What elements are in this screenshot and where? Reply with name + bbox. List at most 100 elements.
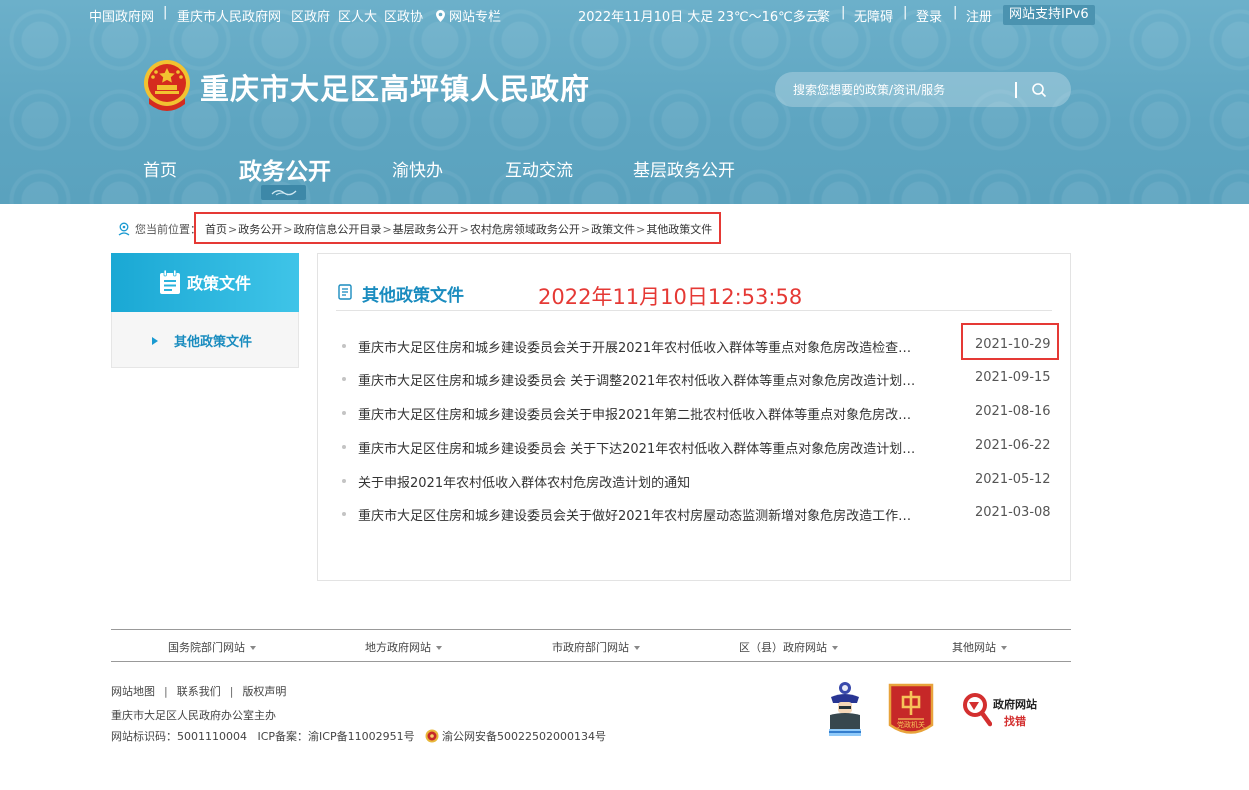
bullet-icon — [342, 512, 346, 516]
list-item-date: 2021-03-08 — [975, 505, 1051, 520]
icp-record-link[interactable]: ICP备案：渝ICP备11002951号 — [258, 730, 415, 743]
topbar-separator: | — [953, 5, 958, 20]
breadcrumb-item-disclosure-catalog[interactable]: 政府信息公开目录 — [293, 223, 381, 236]
sidebar-menu: 其他政策文件 — [111, 312, 299, 368]
topbar-separator: | — [903, 5, 908, 20]
ipv6-badge: 网站支持IPv6 — [1003, 5, 1095, 25]
dropdown-label: 地方政府网站 — [365, 641, 431, 654]
footer-separator: | — [229, 685, 234, 698]
dropdown-label: 其他网站 — [952, 641, 996, 654]
breadcrumb: 首页>政务公开>政府信息公开目录>基层政务公开>农村危房领域政务公开>政策文件>… — [205, 221, 712, 237]
breadcrumb-item-other-policy-documents[interactable]: 其他政策文件 — [646, 223, 712, 236]
dropdown-label: 区（县）政府网站 — [739, 641, 827, 654]
triangle-right-icon — [152, 337, 158, 345]
list-item-date: 2021-05-12 — [975, 472, 1051, 487]
panel-divider — [336, 310, 1052, 311]
bullet-icon — [342, 344, 346, 348]
footer-links: 网站地图 | 联系我们 | 版权声明 — [111, 683, 286, 699]
special-column-label: 网站专栏 — [449, 10, 502, 25]
breadcrumb-item-home[interactable]: 首页 — [205, 223, 227, 236]
topbar-separator: | — [841, 5, 846, 20]
magnifier-icon — [963, 693, 992, 727]
footer-host: 重庆市大足区人民政府办公室主办 — [111, 709, 276, 722]
breadcrumb-item-policy-documents[interactable]: 政策文件 — [591, 223, 635, 236]
nav-government-affairs[interactable]: 政务公开 — [239, 152, 331, 186]
sidebar-heading: 政策文件 — [111, 253, 299, 312]
list-item[interactable]: 重庆市大足区住房和城乡建设委员会关于申报2021年第二批农村低收入群体等重点对象… — [342, 402, 1052, 424]
bullet-icon — [342, 445, 346, 449]
search-icon[interactable] — [1031, 82, 1047, 98]
caret-down-icon — [1001, 646, 1007, 650]
list-item-date: 2021-08-16 — [975, 404, 1051, 419]
nav-yukuaiban[interactable]: 渝快办 — [392, 156, 443, 181]
footer-link-contact[interactable]: 联系我们 — [177, 685, 221, 698]
nav-grassroots-affairs[interactable]: 基层政务公开 — [633, 156, 735, 181]
traditional-chinese-link[interactable]: 繁 — [817, 6, 830, 25]
breadcrumb-separator: > — [228, 223, 238, 236]
panel-title: 其他政策文件 — [362, 286, 464, 306]
content-panel: 其他政策文件 2022年11月10日12:53:58 重庆市大足区住房和城乡建设… — [317, 253, 1071, 581]
dropdown-local-gov-sites[interactable]: 地方政府网站 — [365, 639, 442, 655]
dropdown-county-gov-sites[interactable]: 区（县）政府网站 — [739, 639, 838, 655]
link-district-gov[interactable]: 区政府 — [291, 6, 330, 25]
police-badge[interactable] — [827, 681, 863, 737]
list-item-title: 重庆市大足区住房和城乡建设委员会 关于调整2021年农村低收入群体等重点对象危房… — [358, 374, 916, 389]
list-item[interactable]: 重庆市大足区住房和城乡建设委员会关于做好2021年农村房屋动态监测新增对象危房改… — [342, 503, 1052, 525]
breadcrumb-prefix: 您当前位置： — [135, 223, 201, 236]
sidebar-item-label: 其他政策文件 — [174, 335, 253, 350]
document-icon — [338, 284, 352, 300]
police-record-label: 渝公网安备50022502000134号 — [442, 730, 606, 743]
accessibility-link[interactable]: 无障碍 — [854, 6, 893, 25]
sidebar-item-other-policy-documents[interactable]: 其他政策文件 — [152, 331, 252, 350]
search-input[interactable] — [793, 72, 1013, 107]
list-item-title: 重庆市大足区住房和城乡建设委员会 关于下达2021年农村低收入群体等重点对象危房… — [358, 442, 916, 457]
dropdown-other-sites[interactable]: 其他网站 — [952, 639, 1007, 655]
bullet-icon — [342, 411, 346, 415]
main-nav: 首页 政务公开 渝快办 互动交流 基层政务公开 — [0, 150, 1249, 190]
link-chongqing-gov[interactable]: 重庆市人民政府网 — [177, 6, 281, 25]
footer-link-sitemap[interactable]: 网站地图 — [111, 685, 155, 698]
login-link[interactable]: 登录 — [916, 6, 942, 25]
list-item[interactable]: 关于申报2021年农村低收入群体农村危房改造计划的通知 2021-05-12 — [342, 470, 1052, 492]
site-header: 中国政府网 | 重庆市人民政府网 区政府 区人大 区政协 网站专栏 2022年1… — [0, 0, 1249, 204]
breadcrumb-separator: > — [382, 223, 392, 236]
capture-timestamp: 2022年11月10日12:53:58 — [538, 285, 803, 309]
list-item-title: 重庆市大足区住房和城乡建设委员会关于开展2021年农村低收入群体等重点对象危房改… — [358, 341, 916, 356]
link-special-column[interactable]: 网站专栏 — [436, 6, 501, 25]
gov-site-error-report-badge[interactable]: 政府网站 找错 — [962, 690, 1044, 730]
nav-home[interactable]: 首页 — [143, 156, 177, 181]
list-item[interactable]: 重庆市大足区住房和城乡建设委员会关于开展2021年农村低收入群体等重点对象危房改… — [342, 335, 1052, 357]
footer-police-record[interactable]: 渝公网安备50022502000134号 — [425, 728, 606, 744]
search-box — [775, 72, 1071, 107]
breadcrumb-separator: > — [636, 223, 646, 236]
caret-down-icon — [436, 646, 442, 650]
nav-interaction[interactable]: 互动交流 — [505, 156, 573, 181]
register-link[interactable]: 注册 — [966, 6, 992, 25]
list-item-title: 重庆市大足区住房和城乡建设委员会关于做好2021年农村房屋动态监测新增对象危房改… — [358, 509, 916, 524]
breadcrumb-item-government-affairs[interactable]: 政务公开 — [238, 223, 282, 236]
list-item-title: 关于申报2021年农村低收入群体农村危房改造计划的通知 — [358, 476, 691, 491]
sidebar-heading-label: 政策文件 — [187, 274, 252, 293]
dropdown-state-council-sites[interactable]: 国务院部门网站 — [168, 639, 256, 655]
dropdown-city-dept-sites[interactable]: 市政府部门网站 — [552, 639, 640, 655]
error-badge-line1: 政府网站 — [993, 698, 1037, 711]
party-government-badge[interactable]: 党政机关 — [886, 683, 936, 740]
breadcrumb-separator: > — [283, 223, 293, 236]
list-item[interactable]: 重庆市大足区住房和城乡建设委员会 关于调整2021年农村低收入群体等重点对象危房… — [342, 368, 1052, 390]
breadcrumb-separator: > — [459, 223, 469, 236]
link-gov-cn[interactable]: 中国政府网 — [89, 6, 154, 25]
party-badge-label: 党政机关 — [897, 720, 925, 729]
footer-link-copyright[interactable]: 版权声明 — [242, 685, 286, 698]
footer-separator: | — [164, 685, 168, 698]
site-id: 网站标识码：5001110004 — [111, 730, 247, 743]
link-district-npc[interactable]: 区人大 — [338, 6, 377, 25]
breadcrumb-item-grassroots-affairs[interactable]: 基层政务公开 — [393, 223, 459, 236]
location-pin-icon — [436, 10, 445, 22]
list-item-title: 重庆市大足区住房和城乡建设委员会关于申报2021年第二批农村低收入群体等重点对象… — [358, 408, 916, 423]
list-item-date: 2021-06-22 — [975, 438, 1051, 453]
link-district-cppcc[interactable]: 区政协 — [384, 6, 423, 25]
breadcrumb-item-rural-dilapidated-housing[interactable]: 农村危房领域政务公开 — [470, 223, 580, 236]
list-item[interactable]: 重庆市大足区住房和城乡建设委员会 关于下达2021年农村低收入群体等重点对象危房… — [342, 436, 1052, 458]
date-weather: 2022年11月10日 大足 23℃～16℃多云 — [578, 10, 819, 25]
caret-down-icon — [832, 646, 838, 650]
